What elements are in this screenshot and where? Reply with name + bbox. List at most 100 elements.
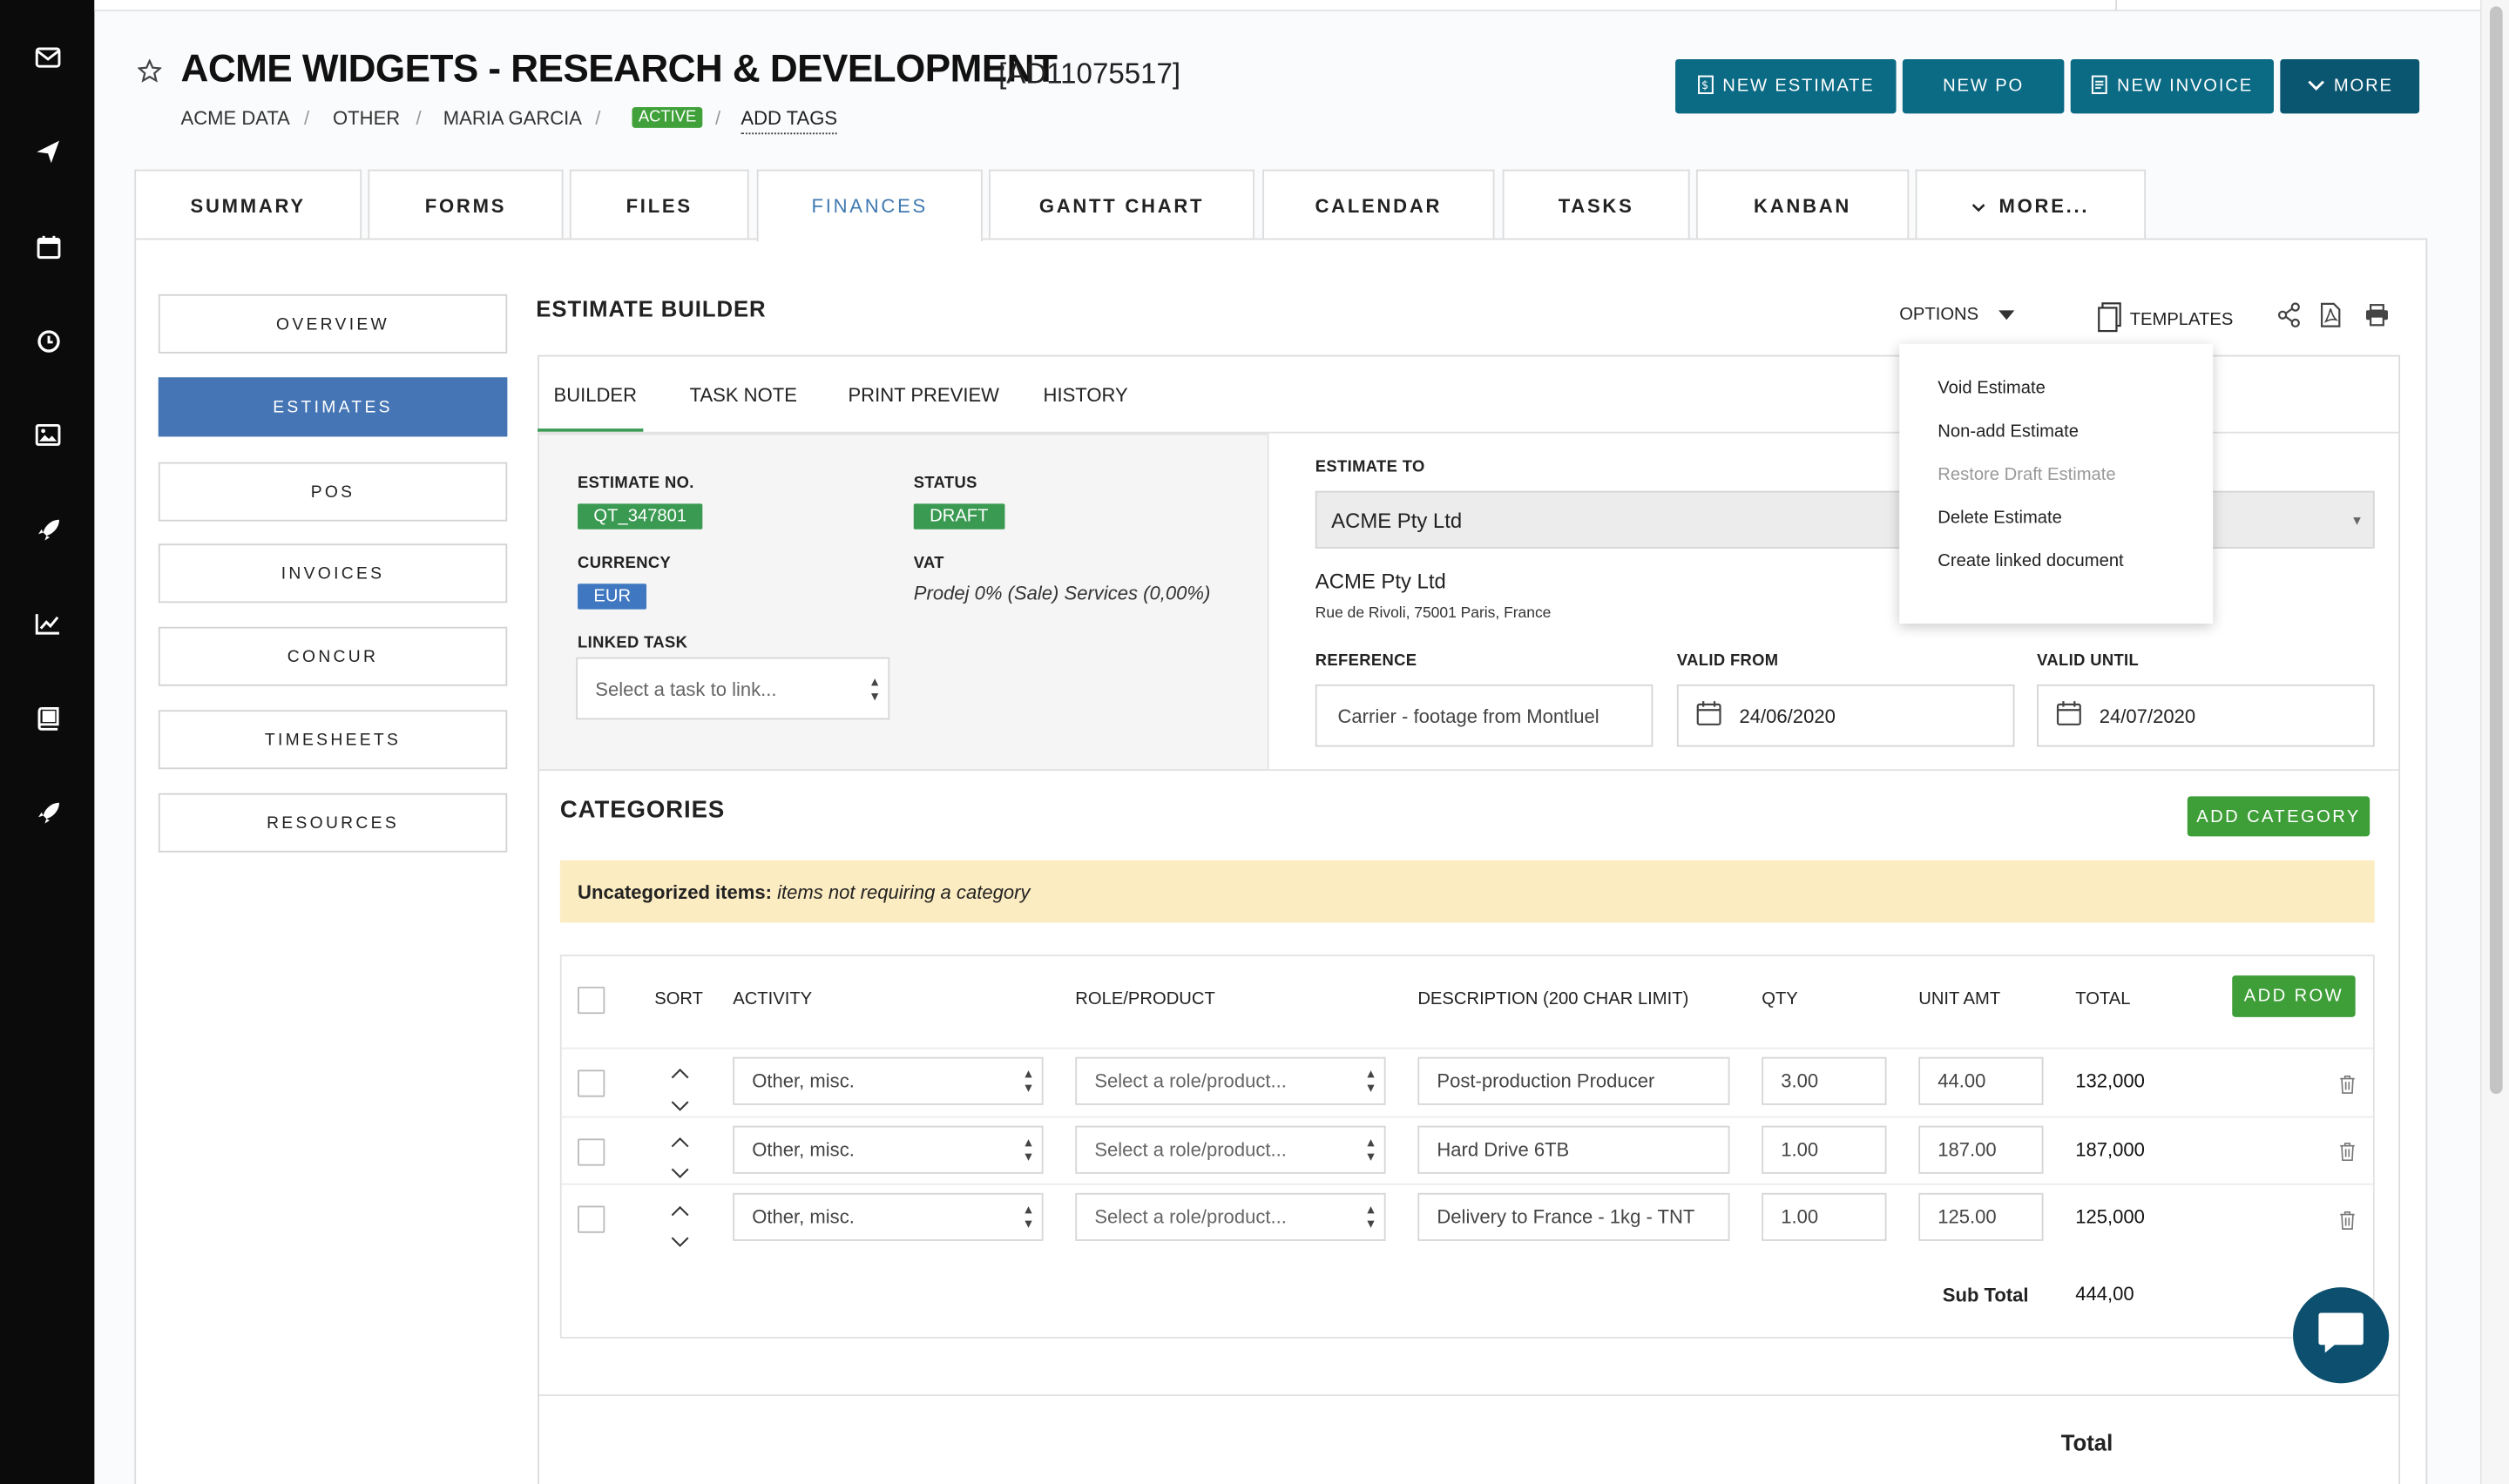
qty-input[interactable]: 1.00 (1762, 1192, 1887, 1241)
share-icon[interactable] (2277, 302, 2302, 336)
rocket-icon[interactable] (32, 796, 64, 828)
trash-icon[interactable] (2339, 1073, 2355, 1102)
row-checkbox[interactable] (578, 1069, 605, 1097)
linked-task-select[interactable]: Select a task to link... ▴ ▾ (576, 657, 890, 720)
reference-input[interactable]: Carrier - footage from Montluel (1315, 684, 1654, 747)
tab-files[interactable]: FILES (569, 169, 749, 240)
unit-amount-value: 44.00 (1938, 1069, 1986, 1093)
image-icon[interactable] (32, 419, 64, 451)
rocket-icon[interactable] (32, 513, 64, 545)
banner-title: Uncategorized items: (578, 880, 772, 903)
pdf-icon[interactable] (2320, 302, 2341, 336)
menu-item-delete-estimate[interactable]: Delete Estimate (1938, 509, 2062, 528)
qty-input[interactable]: 3.00 (1762, 1056, 1887, 1105)
activity-select[interactable]: Other, misc. ▴ ▾ (733, 1192, 1044, 1241)
subtab-task-note[interactable]: TASK NOTE (690, 384, 797, 407)
role-product-select[interactable]: Select a role/product... ▴ ▾ (1075, 1192, 1386, 1241)
sort-down-icon[interactable] (671, 1090, 690, 1119)
breadcrumb-category[interactable]: OTHER (333, 107, 400, 130)
sort-up-icon[interactable] (671, 1196, 690, 1224)
menu-item-void-estimate[interactable]: Void Estimate (1938, 379, 2046, 398)
unit-amount-input[interactable]: 44.00 (1918, 1056, 2044, 1105)
tab-gantt-chart[interactable]: GANTT CHART (989, 169, 1254, 240)
vat-value: Prodej 0% (Sale) Services (0,00%) (913, 582, 1211, 605)
row-checkbox[interactable] (578, 1205, 605, 1233)
description-input[interactable]: Post-production Producer (1417, 1056, 1730, 1105)
trash-icon[interactable] (2339, 1209, 2355, 1238)
breadcrumb-owner[interactable]: MARIA GARCIA (443, 107, 582, 130)
description-input[interactable]: Hard Drive 6TB (1417, 1125, 1730, 1174)
menu-item-non-add-estimate[interactable]: Non-add Estimate (1938, 422, 2079, 442)
valid-from-input[interactable]: 24/06/2020 (1676, 684, 2015, 747)
sort-up-icon[interactable] (671, 1128, 690, 1157)
sort-up-icon[interactable] (671, 1059, 690, 1088)
nav-pos[interactable]: POS (158, 462, 508, 522)
subtab-history[interactable]: HISTORY (1044, 384, 1128, 407)
more-actions-button[interactable]: MORE (2280, 58, 2420, 114)
send-icon[interactable] (32, 136, 64, 168)
role-product-select[interactable]: Select a role/product... ▴ ▾ (1075, 1125, 1386, 1174)
unit-amount-input[interactable]: 125.00 (1918, 1192, 2044, 1241)
description-value: Hard Drive 6TB (1437, 1138, 1570, 1162)
column-header: ROLE/PRODUCT (1075, 989, 1215, 1009)
qty-input[interactable]: 1.00 (1762, 1125, 1887, 1174)
caret-down-icon: ▼ (2350, 512, 2364, 528)
reference-label: REFERENCE (1315, 652, 1417, 671)
tab-summary[interactable]: SUMMARY (134, 169, 362, 240)
estimate-icon: $ (1697, 74, 1714, 98)
new-po-button[interactable]: NEW PO (1902, 58, 2065, 114)
subtab-print-preview[interactable]: PRINT PREVIEW (848, 384, 999, 407)
new-estimate-button[interactable]: $ NEW ESTIMATE (1675, 58, 1897, 114)
role-product-value: Select a role/product... (1094, 1069, 1287, 1093)
templates-button[interactable]: TEMPLATES (2098, 302, 2233, 337)
sort-down-icon[interactable] (671, 1157, 690, 1186)
add-row-button[interactable]: ADD ROW (2232, 975, 2356, 1017)
new-invoice-button[interactable]: NEW INVOICE (2070, 58, 2274, 114)
role-product-select[interactable]: Select a role/product... ▴ ▾ (1075, 1056, 1386, 1105)
subtab-builder[interactable]: BUILDER (554, 384, 638, 407)
print-icon[interactable] (2365, 304, 2390, 334)
nav-timesheets[interactable]: TIMESHEETS (158, 710, 508, 770)
description-input[interactable]: Delivery to France - 1kg - TNT (1417, 1192, 1730, 1241)
add-tags-link[interactable]: ADD TAGS (741, 107, 838, 135)
book-icon[interactable] (32, 702, 64, 734)
row-checkbox[interactable] (578, 1138, 605, 1166)
row-total: 125,000 (2075, 1205, 2145, 1229)
column-header[interactable]: SORT (654, 990, 703, 1009)
nav-overview[interactable]: OVERVIEW (158, 293, 508, 354)
valid-until-input[interactable]: 24/07/2020 (2037, 684, 2375, 747)
templates-label: TEMPLATES (2129, 310, 2234, 330)
nav-resources[interactable]: RESOURCES (158, 793, 508, 853)
menu-item-create-linked-document[interactable]: Create linked document (1938, 551, 2123, 570)
nav-concur[interactable]: CONCUR (158, 626, 508, 686)
role-product-value: Select a role/product... (1094, 1205, 1287, 1229)
tab-finances[interactable]: FINANCES (756, 169, 983, 242)
unit-amount-input[interactable]: 187.00 (1918, 1125, 2044, 1174)
nav-estimates[interactable]: ESTIMATES (158, 377, 508, 437)
scrollbar-thumb[interactable] (2489, 6, 2503, 1094)
mail-icon[interactable] (32, 42, 64, 74)
status-label: STATUS (913, 475, 977, 493)
select-all-checkbox[interactable] (578, 986, 605, 1015)
trash-icon[interactable] (2339, 1140, 2355, 1169)
sort-down-icon[interactable] (671, 1226, 690, 1255)
activity-select[interactable]: Other, misc. ▴ ▾ (733, 1125, 1044, 1174)
star-icon[interactable] (137, 58, 163, 91)
chat-widget-button[interactable] (2293, 1287, 2390, 1384)
nav-invoices[interactable]: INVOICES (158, 543, 508, 604)
tab-kanban[interactable]: KANBAN (1695, 169, 1910, 240)
tab-tasks[interactable]: TASKS (1502, 169, 1690, 240)
add-category-button[interactable]: ADD CATEGORY (2187, 796, 2370, 837)
description-value: Post-production Producer (1437, 1069, 1655, 1093)
tab-calendar[interactable]: CALENDAR (1262, 169, 1495, 240)
options-dropdown[interactable]: OPTIONS (1899, 306, 2014, 325)
estimate-to-select[interactable]: ACME Pty Ltd ▼ (1315, 490, 2375, 549)
tab-forms[interactable]: FORMS (368, 169, 564, 240)
calendar-icon[interactable] (32, 230, 64, 262)
breadcrumb-client[interactable]: ACME DATA (181, 107, 290, 130)
clock-icon[interactable] (32, 325, 64, 357)
activity-select[interactable]: Other, misc. ▴ ▾ (733, 1056, 1044, 1105)
new-po-label: NEW PO (1943, 77, 2025, 97)
tab-more[interactable]: MORE... (1915, 169, 2147, 240)
chart-icon[interactable] (32, 608, 64, 640)
